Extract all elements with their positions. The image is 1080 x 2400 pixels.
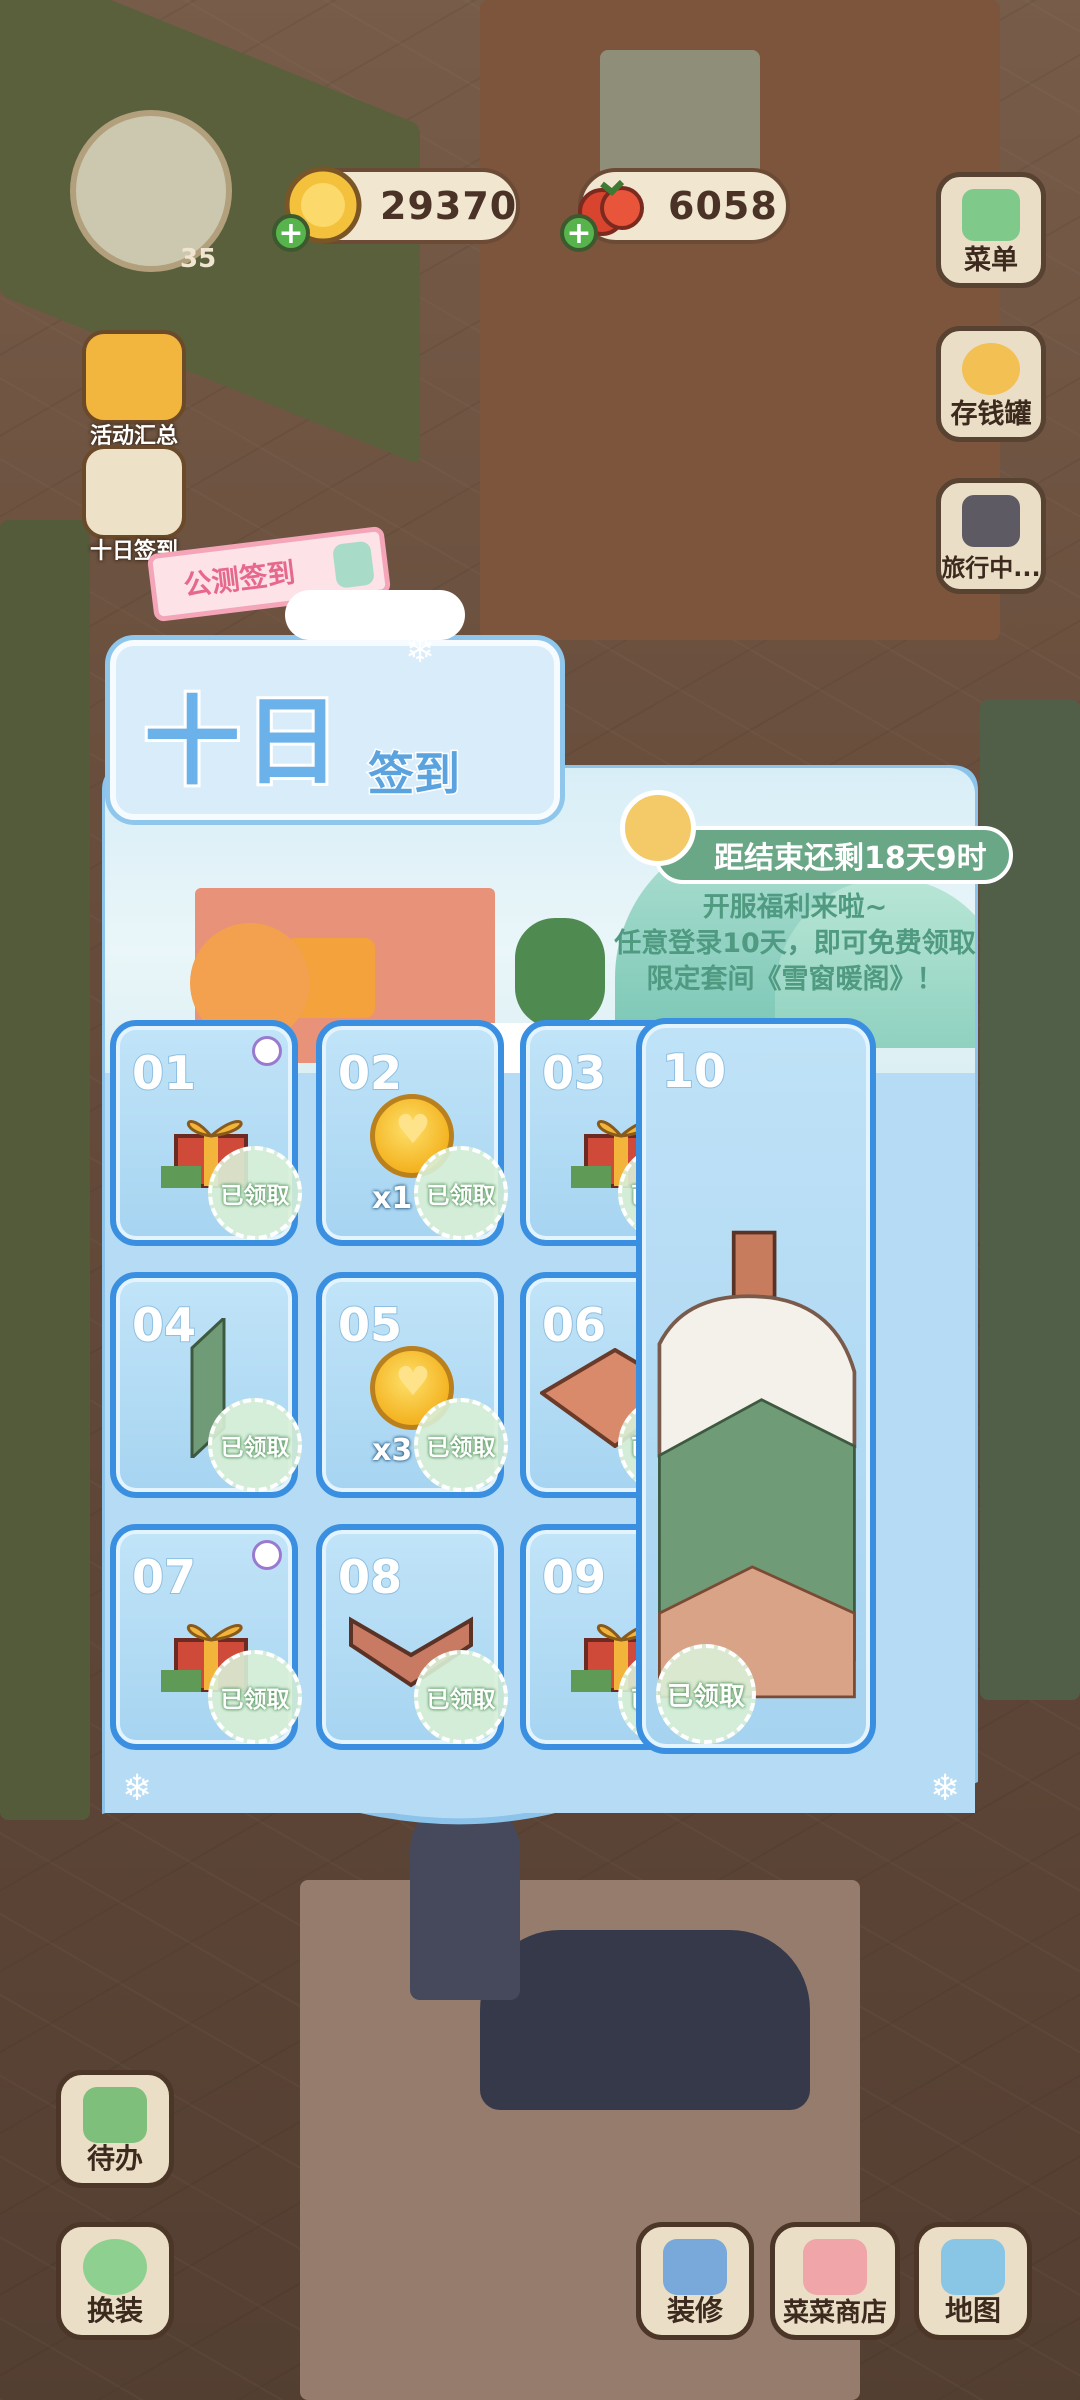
day-cell-02[interactable]: 02 x1 已领取 (316, 1020, 508, 1246)
day-number: 03 (541, 1045, 607, 1101)
claimed-label: 已领取 (220, 1687, 290, 1713)
player-level: 35 (180, 244, 217, 274)
dressup-label: 换装 (86, 2294, 143, 2327)
countdown-text: 距结束还剩18天9时 (714, 841, 987, 876)
travel-button[interactable]: 旅行中... (936, 478, 1046, 594)
ten-day-signin-button[interactable]: 十日签到 (82, 445, 186, 565)
shop-bag-icon (803, 2239, 867, 2295)
countdown-pill: 距结束还剩18天9时 (654, 826, 1013, 884)
coin-amount: 29370 (380, 184, 518, 228)
claimed-stamp: 已领取 (414, 1146, 508, 1240)
clipboard-icon (83, 2087, 147, 2143)
title-big: 十日 (141, 683, 344, 801)
claimed-label: 已领取 (220, 1435, 290, 1461)
claimed-stamp: 已领取 (208, 1398, 302, 1492)
snow-cap (285, 590, 465, 640)
day-number: 09 (541, 1549, 607, 1605)
character-icon (83, 2239, 147, 2295)
add-coins-button[interactable]: + (272, 214, 310, 252)
day-number: 02 (337, 1045, 403, 1101)
menu-label: 菜单 (964, 245, 1018, 276)
hammer-icon (663, 2239, 727, 2295)
claimed-stamp: 已领取 (656, 1644, 756, 1744)
tomato-amount: 6058 (668, 184, 778, 228)
piggy-bank-button[interactable]: 存钱罐 (936, 326, 1046, 442)
dressup-button[interactable]: 换装 (56, 2222, 174, 2340)
day-number: 05 (337, 1297, 403, 1353)
activity-summary-button[interactable]: 活动汇总 (82, 330, 186, 450)
info-line: 任意登录10天，即可免费领取 (614, 928, 976, 959)
claimed-label: 已领取 (220, 1183, 290, 1209)
tomato-counter[interactable]: + 6058 (560, 168, 790, 252)
todo-button[interactable]: 待办 (56, 2070, 174, 2188)
day-cell-10[interactable]: 10 已领取 (636, 1018, 876, 1754)
map-button[interactable]: 地图 (914, 2222, 1032, 2340)
coin-counter[interactable]: + 29370 (272, 166, 520, 252)
reward-quantity: x3 (372, 1433, 413, 1468)
todo-label: 待办 (86, 2142, 143, 2175)
day-cell-05[interactable]: 05 x3 已领取 (316, 1272, 508, 1498)
day-number: 04 (131, 1297, 197, 1353)
shop-button[interactable]: 菜菜商店 (770, 2222, 900, 2340)
snowflake-icon: ❄ (122, 1768, 153, 1809)
shop-label: 菜菜商店 (782, 2298, 887, 2328)
day-cell-07[interactable]: 07 已领取 (110, 1524, 302, 1750)
decorate-button[interactable]: 装修 (636, 2222, 754, 2340)
day-cell-08[interactable]: 08 已领取 (316, 1524, 508, 1750)
map-label: 地图 (944, 2294, 1001, 2327)
wreath (515, 918, 605, 1028)
magnifier-icon[interactable] (252, 1540, 282, 1570)
claimed-stamp: 已领取 (208, 1146, 302, 1240)
claimed-stamp: 已领取 (208, 1650, 302, 1744)
day-number: 07 (131, 1549, 197, 1605)
public-test-tag-text: 公测签到 (181, 555, 298, 603)
day-number: 06 (541, 1297, 607, 1353)
snowflake-icon: ❄ (930, 1768, 961, 1809)
day-number: 08 (337, 1549, 403, 1605)
claimed-label: 已领取 (666, 1681, 745, 1712)
menu-icon (962, 189, 1020, 241)
day-number: 01 (131, 1045, 197, 1101)
signin-info: 开服福利来啦~ 任意登录10天，即可免费领取 限定套间《雪窗暖阁》！ (600, 890, 990, 998)
reward-quantity: x1 (372, 1181, 413, 1216)
clock-icon (620, 790, 696, 866)
info-line: 开服福利来啦~ (702, 892, 888, 923)
claimed-label: 已领取 (426, 1435, 496, 1461)
claimed-label: 已领取 (426, 1183, 496, 1209)
activity-icon (82, 330, 186, 424)
decorate-label: 装修 (666, 2294, 723, 2327)
add-tomatoes-button[interactable]: + (560, 214, 598, 252)
snowflake-icon: ❄ (405, 630, 436, 671)
day-cell-01[interactable]: 01 已领取 (110, 1020, 302, 1246)
piggy-bank-icon (962, 343, 1020, 395)
travel-label: 旅行中... (941, 554, 1041, 582)
camera-icon (962, 495, 1020, 547)
title-small: 签到 (367, 746, 462, 803)
menu-button[interactable]: 菜单 (936, 172, 1046, 288)
claimed-stamp: 已领取 (414, 1398, 508, 1492)
day-cell-04[interactable]: 04 已领取 (110, 1272, 302, 1498)
title-card: 十日 签到 (110, 640, 560, 820)
arrow-down-icon (331, 540, 376, 589)
claimed-label: 已领取 (426, 1687, 496, 1713)
claimed-stamp: 已领取 (414, 1650, 508, 1744)
magnifier-icon[interactable] (252, 1036, 282, 1066)
calendar-icon (82, 445, 186, 539)
piggy-bank-label: 存钱罐 (950, 399, 1032, 430)
day-number: 10 (661, 1043, 727, 1099)
map-icon (941, 2239, 1005, 2295)
info-line: 限定套间《雪窗暖阁》！ (646, 964, 944, 995)
